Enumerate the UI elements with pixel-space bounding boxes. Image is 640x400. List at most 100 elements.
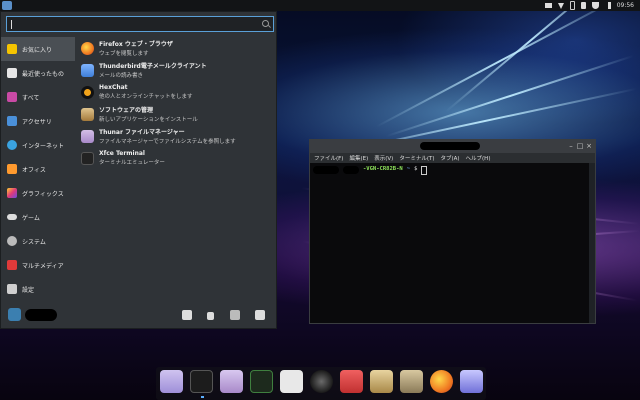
app-xfce-terminal[interactable]: Xfce Terminal ターミナルエミュレーター <box>78 147 274 169</box>
app-description: 他の人とオンラインチャットをします <box>99 94 193 100</box>
system-tray: 09:56 <box>544 1 640 10</box>
gamepad-icon <box>7 214 17 220</box>
terminal-icon[interactable] <box>190 370 213 398</box>
volume-icon[interactable] <box>605 2 611 9</box>
app-description: ターミナルエミュレーター <box>99 160 165 166</box>
close-icon[interactable]: × <box>585 142 593 150</box>
terminal-titlebar[interactable]: – □ × <box>310 140 595 153</box>
multimedia-icon <box>7 260 17 270</box>
category-label: 設定 <box>22 286 35 294</box>
mail-icon[interactable] <box>544 3 552 8</box>
network-icon[interactable] <box>557 2 564 9</box>
dock <box>156 367 486 400</box>
category-label: すべて <box>22 94 40 102</box>
host-redacted <box>343 166 359 174</box>
category-accessories[interactable]: アクセサリ <box>1 109 75 133</box>
menu-file[interactable]: ファイル(F) <box>314 154 343 162</box>
favorites-app-list: Firefox ウェブ・ブラウザ ウェブを閲覧します Thunderbird電子メ… <box>78 37 274 169</box>
app-thunar[interactable]: Thunar ファイルマネージャーファイルマネージャーでファイルシステムを参照し… <box>78 125 274 147</box>
task-manager-icon[interactable] <box>250 370 273 393</box>
category-recent[interactable]: 最近使ったもの <box>1 61 75 85</box>
app-hexchat[interactable]: HexChat 他の人とオンラインチャットをします <box>78 81 274 103</box>
battery-icon[interactable] <box>580 2 586 9</box>
cloud-icon <box>7 140 17 150</box>
bluetooth-icon[interactable] <box>569 1 575 10</box>
prompt-host: -VGN-CR82B-N <box>363 166 403 172</box>
user-avatar-icon[interactable] <box>8 308 21 321</box>
image-viewer-icon[interactable] <box>400 370 423 393</box>
app-name: Thunderbird電子メールクライアント <box>99 63 207 70</box>
menu-edit[interactable]: 編集(E) <box>349 154 368 162</box>
search-icon[interactable] <box>262 20 269 27</box>
category-label: アクセサリ <box>22 118 52 126</box>
recycle-icon[interactable] <box>460 370 483 393</box>
category-label: マルチメディア <box>22 262 64 270</box>
menu-view[interactable]: 表示(V) <box>374 154 393 162</box>
text-editor-icon[interactable] <box>160 370 183 393</box>
graphics-icon <box>7 188 17 198</box>
grid-icon <box>7 92 17 102</box>
text-caret <box>11 20 12 29</box>
download-manager-icon[interactable] <box>340 370 363 393</box>
app-thunderbird[interactable]: Thunderbird電子メールクライアント メールの読み書き <box>78 59 274 81</box>
minimize-icon[interactable]: – <box>567 142 575 150</box>
prompt-symbol: $ <box>414 166 418 172</box>
menu-footer <box>1 302 276 328</box>
application-menu: お気に入り 最近使ったもの すべて アクセサリ インターネット オフィス グラフ… <box>0 11 277 329</box>
switch-user-icon[interactable] <box>230 310 240 320</box>
app-name: ソフトウェアの管理 <box>99 107 154 114</box>
category-graphics[interactable]: グラフィックス <box>1 181 75 205</box>
shell-prompt: -VGN-CR82B-N ~ $ <box>313 166 428 175</box>
terminal-output[interactable]: -VGN-CR82B-N ~ $ <box>310 163 589 323</box>
cursor <box>421 166 428 175</box>
office-icon <box>7 164 17 174</box>
app-description: 新しいアプリケーションをインストール <box>99 117 198 123</box>
app-description: ウェブを閲覧します <box>99 51 149 57</box>
accessories-icon <box>7 116 17 126</box>
hexchat-icon <box>81 85 94 99</box>
top-panel: 09:56 <box>0 0 640 11</box>
star-icon <box>7 44 17 54</box>
firefox-icon <box>81 41 94 55</box>
category-games[interactable]: ゲーム <box>1 205 75 229</box>
software-manager-icon[interactable] <box>370 370 393 393</box>
category-all[interactable]: すべて <box>1 85 75 109</box>
category-label: インターネット <box>22 142 65 150</box>
clock[interactable]: 09:56 <box>617 2 634 9</box>
menu-help[interactable]: ヘルプ(H) <box>466 154 491 162</box>
app-description: ファイルマネージャーでファイルシステムを参照します <box>99 139 236 145</box>
firefox-icon[interactable] <box>430 370 453 393</box>
terminal-window: – □ × ファイル(F) 編集(E) 表示(V) ターミナル(T) タブ(A)… <box>309 139 596 324</box>
app-name: Thunar ファイルマネージャー <box>99 129 185 136</box>
maximize-icon[interactable]: □ <box>576 142 584 150</box>
category-office[interactable]: オフィス <box>1 157 75 181</box>
menu-tabs[interactable]: タブ(A) <box>440 154 459 162</box>
search-input[interactable] <box>6 16 274 32</box>
category-multimedia[interactable]: マルチメディア <box>1 253 75 277</box>
document-icon[interactable] <box>280 370 303 393</box>
clock-icon <box>7 68 17 78</box>
terminal-icon <box>81 151 94 165</box>
title-redacted <box>420 142 480 150</box>
category-favorites[interactable]: お気に入り <box>1 37 75 61</box>
logout-icon[interactable] <box>255 310 265 320</box>
username-redacted <box>25 309 57 321</box>
thunar-icon <box>81 129 94 143</box>
lock-icon[interactable] <box>207 312 214 320</box>
terminal-scrollbar[interactable] <box>589 163 595 323</box>
system-gear-icon <box>7 236 17 246</box>
app-firefox[interactable]: Firefox ウェブ・ブラウザ ウェブを閲覧します <box>78 37 274 59</box>
app-software-manager[interactable]: ソフトウェアの管理新しいアプリケーションをインストール <box>78 103 274 125</box>
menu-terminal[interactable]: ターミナル(T) <box>399 154 434 162</box>
web-browser-globe-icon[interactable] <box>310 370 333 393</box>
file-manager-icon[interactable] <box>220 370 243 393</box>
prompt-path: ~ <box>406 166 411 172</box>
app-menu-button[interactable] <box>2 1 12 10</box>
category-settings[interactable]: 設定 <box>1 277 75 301</box>
settings-manager-icon[interactable] <box>182 310 192 320</box>
user-redacted <box>313 166 339 174</box>
shield-icon[interactable] <box>591 2 599 9</box>
category-system[interactable]: システム <box>1 229 75 253</box>
category-label: グラフィックス <box>22 190 64 198</box>
category-internet[interactable]: インターネット <box>1 133 75 157</box>
